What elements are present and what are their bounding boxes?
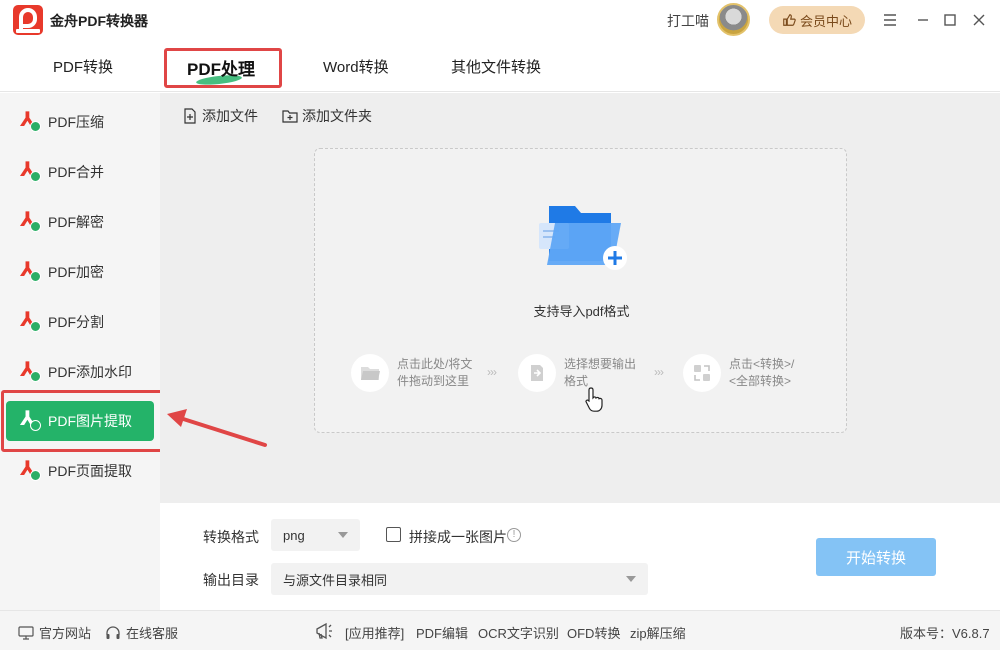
merge-image-checkbox[interactable] — [386, 527, 401, 542]
official-site-label: 官方网站 — [39, 626, 92, 641]
format-label: 转换格式 — [203, 529, 259, 545]
pdf-page-extract-icon: ⅄ — [20, 459, 42, 483]
main-content: 添加文件 添加文件夹 支持导入pdf格式 点击此处/将文 件拖动到这里 ››› — [160, 93, 1000, 503]
vip-label: 会员中心 — [799, 13, 852, 29]
options-panel: 转换格式 png 拼接成一张图片 ! 输出目录 与源文件目录相同 开始转换 — [160, 503, 1000, 610]
status-bar: 官方网站 在线客服 [应用推荐] PDF编辑 OCR文字识别 OFD转换 zip… — [0, 610, 1000, 650]
official-site-link[interactable]: 官方网站 — [18, 623, 91, 642]
add-folder-button[interactable]: 添加文件夹 — [282, 106, 372, 126]
sidebar-item-merge[interactable]: ⅄ PDF合并 — [6, 152, 154, 192]
output-dir-value: 与源文件目录相同 — [283, 572, 388, 588]
app-logo-icon — [13, 5, 43, 35]
sidebar-item-label: PDF合并 — [48, 164, 104, 180]
online-service-link[interactable]: 在线客服 — [105, 623, 178, 642]
step1-line1: 点击此处/将文 — [397, 357, 473, 371]
chevron-down-icon — [338, 532, 348, 538]
sidebar-item-label: PDF添加水印 — [48, 364, 132, 380]
output-dir-label: 输出目录 — [203, 572, 259, 588]
app-title: 金舟PDF转换器 — [50, 13, 148, 29]
sidebar-highlight-box — [1, 390, 163, 452]
minimize-icon[interactable] — [913, 10, 933, 30]
step-select-format: 选择想要输出 格式 — [518, 354, 636, 392]
sidebar-item-label: PDF页面提取 — [48, 463, 132, 479]
avatar[interactable] — [717, 3, 750, 36]
title-bar: 金舟PDF转换器 打工喵 会员中心 — [0, 0, 1000, 40]
step3-line1: 点击<转换>/ — [729, 357, 795, 371]
tab-highlight-box — [164, 48, 282, 88]
sidebar-item-decrypt[interactable]: ⅄ PDF解密 — [6, 202, 154, 242]
vip-center-button[interactable]: 会员中心 — [769, 6, 865, 34]
add-file-icon — [184, 108, 196, 124]
step3-line2: <全部转换> — [729, 374, 792, 388]
merge-image-label[interactable]: 拼接成一张图片 — [409, 527, 507, 547]
monitor-icon — [18, 625, 34, 640]
sidebar-item-encrypt[interactable]: ⅄ PDF加密 — [6, 252, 154, 292]
step-separator: ››› — [654, 365, 664, 379]
pdf-compress-icon: ⅄ — [20, 110, 42, 134]
tab-pdf-convert[interactable]: PDF转换 — [53, 56, 113, 77]
pdf-watermark-icon: ⅄ — [20, 360, 42, 384]
username[interactable]: 打工喵 — [667, 11, 709, 31]
footer-link-pdf-edit[interactable]: PDF编辑 — [416, 623, 468, 642]
annotation-arrow-icon — [167, 409, 267, 447]
step-separator: ››› — [487, 365, 497, 379]
file-drop-zone[interactable]: 支持导入pdf格式 点击此处/将文 件拖动到这里 ››› 选择想要输出 格式 ›… — [314, 148, 847, 433]
convert-icon — [683, 354, 721, 392]
headset-icon — [106, 625, 120, 639]
format-select[interactable]: png — [271, 519, 360, 551]
step2-line1: 选择想要输出 — [564, 357, 637, 371]
export-file-icon — [518, 354, 556, 392]
footer-link-zip[interactable]: zip解压缩 — [630, 623, 686, 642]
step-add-file: 点击此处/将文 件拖动到这里 — [351, 354, 472, 392]
info-icon[interactable]: ! — [507, 528, 521, 542]
step-convert: 点击<转换>/ <全部转换> — [683, 354, 794, 392]
sidebar-item-label: PDF加密 — [48, 264, 104, 280]
output-dir-select[interactable]: 与源文件目录相同 — [271, 563, 648, 595]
hand-cursor-icon — [585, 387, 603, 412]
sidebar: ⅄ PDF压缩 ⅄ PDF合并 ⅄ PDF解密 ⅄ PDF加密 ⅄ PDF分割 … — [0, 93, 160, 610]
footer-link-ofd[interactable]: OFD转换 — [567, 623, 620, 642]
chevron-down-icon — [626, 576, 636, 582]
online-service-label: 在线客服 — [126, 626, 179, 641]
folder-add-icon — [539, 206, 627, 270]
app-recommend-label: [应用推荐] — [345, 626, 405, 641]
sidebar-item-watermark[interactable]: ⅄ PDF添加水印 — [6, 352, 154, 392]
main-tabs: PDF转换 PDF处理 Word转换 其他文件转换 — [0, 40, 1000, 92]
pdf-decrypt-icon: ⅄ — [20, 210, 42, 234]
pdf-split-icon: ⅄ — [20, 310, 42, 334]
footer-link-ocr[interactable]: OCR文字识别 — [478, 623, 559, 642]
thumbs-up-icon — [783, 14, 796, 26]
tab-other-convert[interactable]: 其他文件转换 — [451, 56, 541, 77]
start-convert-button[interactable]: 开始转换 — [816, 538, 936, 576]
folder-icon — [351, 354, 389, 392]
sidebar-item-label: PDF压缩 — [48, 114, 104, 130]
add-folder-label: 添加文件夹 — [302, 108, 372, 124]
pdf-encrypt-icon: ⅄ — [20, 260, 42, 284]
sidebar-item-label: PDF解密 — [48, 214, 104, 230]
drop-zone-hint: 支持导入pdf格式 — [533, 304, 630, 319]
maximize-icon[interactable] — [940, 10, 960, 30]
close-icon[interactable] — [969, 10, 989, 30]
pdf-merge-icon: ⅄ — [20, 160, 42, 184]
megaphone-icon — [316, 622, 332, 640]
step1-line2: 件拖动到这里 — [397, 374, 470, 388]
sidebar-item-compress[interactable]: ⅄ PDF压缩 — [6, 102, 154, 142]
sidebar-item-split[interactable]: ⅄ PDF分割 — [6, 302, 154, 342]
menu-icon[interactable] — [880, 10, 900, 30]
tab-word-convert[interactable]: Word转换 — [323, 56, 389, 77]
version-label: 版本号：V6.8.7 — [900, 626, 990, 641]
sidebar-item-label: PDF分割 — [48, 314, 104, 330]
add-file-label: 添加文件 — [202, 108, 258, 124]
add-folder-icon — [282, 110, 298, 123]
add-file-button[interactable]: 添加文件 — [182, 106, 258, 126]
sidebar-item-page-extract[interactable]: ⅄ PDF页面提取 — [6, 451, 154, 491]
format-value: png — [283, 527, 305, 543]
